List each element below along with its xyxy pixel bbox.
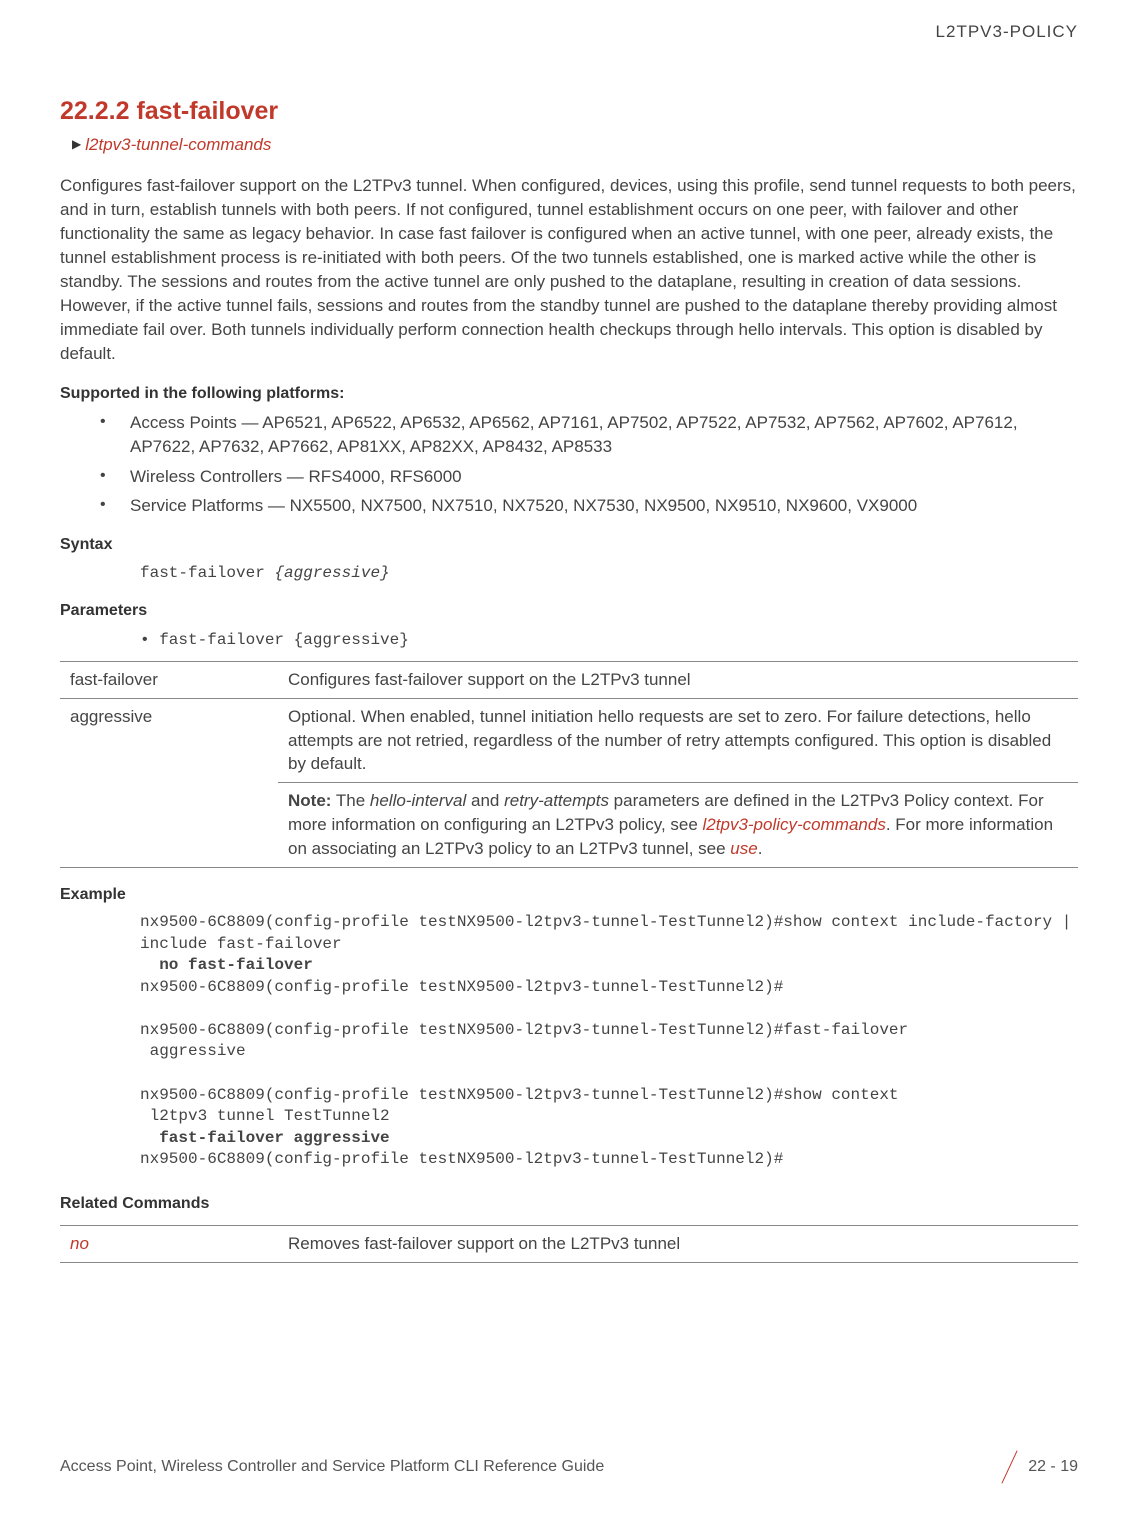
param-key: aggressive xyxy=(60,698,278,867)
code-line: nx9500-6C8809(config-profile testNX9500-… xyxy=(140,913,1081,953)
parameter-bullet: fast-failover {aggressive} xyxy=(140,629,1078,651)
table-row: no Removes fast-failover support on the … xyxy=(60,1226,1078,1263)
note-term: retry-attempts xyxy=(504,791,609,810)
page-footer: Access Point, Wireless Controller and Se… xyxy=(60,1449,1078,1485)
note-label: Note: xyxy=(288,791,331,810)
note-text: The xyxy=(331,791,369,810)
intro-paragraph: Configures fast-failover support on the … xyxy=(60,174,1078,367)
note-link[interactable]: use xyxy=(730,839,757,858)
page-number-text: 22 - 19 xyxy=(1028,1456,1078,1478)
code-line: nx9500-6C8809(config-profile testNX9500-… xyxy=(140,978,783,996)
example-heading: Example xyxy=(60,884,1078,906)
note-link[interactable]: l2tpv3-policy-commands xyxy=(703,815,886,834)
platforms-list: Access Points — AP6521, AP6522, AP6532, … xyxy=(100,411,1078,518)
breadcrumb-arrow-icon: ▶ xyxy=(72,136,81,153)
param-key: fast-failover xyxy=(60,661,278,698)
related-key[interactable]: no xyxy=(60,1226,278,1263)
list-item: Service Platforms — NX5500, NX7500, NX75… xyxy=(100,494,1078,518)
param-arg: {aggressive} xyxy=(294,631,409,649)
footer-page-number: 22 - 19 xyxy=(1009,1449,1078,1485)
syntax-arg: {aggressive} xyxy=(274,564,389,582)
syntax-heading: Syntax xyxy=(60,534,1078,556)
related-desc: Removes fast-failover support on the L2T… xyxy=(278,1226,1078,1263)
list-item: Access Points — AP6521, AP6522, AP6532, … xyxy=(100,411,1078,459)
syntax-command: fast-failover xyxy=(140,564,274,582)
parameters-heading: Parameters xyxy=(60,600,1078,622)
related-heading: Related Commands xyxy=(60,1193,1078,1215)
code-line: nx9500-6C8809(config-profile testNX9500-… xyxy=(140,1086,899,1126)
code-line-bold: no fast-failover xyxy=(140,956,313,974)
syntax-code: fast-failover {aggressive} xyxy=(140,563,1078,585)
breadcrumb: ▶ l2tpv3-tunnel-commands xyxy=(72,133,1078,157)
related-link[interactable]: no xyxy=(70,1234,89,1253)
list-item: Wireless Controllers — RFS4000, RFS6000 xyxy=(100,465,1078,489)
note-text: . xyxy=(758,839,763,858)
footer-slash-icon xyxy=(1002,1450,1018,1483)
example-code: nx9500-6C8809(config-profile testNX9500-… xyxy=(140,912,1078,1171)
code-line: nx9500-6C8809(config-profile testNX9500-… xyxy=(140,1150,783,1168)
param-desc: Optional. When enabled, tunnel initiatio… xyxy=(278,698,1078,782)
note-term: hello-interval xyxy=(370,791,466,810)
table-row: aggressive Optional. When enabled, tunne… xyxy=(60,698,1078,782)
param-desc: Configures fast-failover support on the … xyxy=(278,661,1078,698)
footer-guide-title: Access Point, Wireless Controller and Se… xyxy=(60,1456,604,1478)
param-cmd: fast-failover xyxy=(159,631,293,649)
code-line: nx9500-6C8809(config-profile testNX9500-… xyxy=(140,1021,908,1061)
section-title: 22.2.2 fast-failover xyxy=(60,94,1078,129)
param-note: Note: The hello-interval and retry-attem… xyxy=(278,783,1078,867)
breadcrumb-link[interactable]: l2tpv3-tunnel-commands xyxy=(85,133,271,157)
parameters-table: fast-failover Configures fast-failover s… xyxy=(60,661,1078,868)
table-row: fast-failover Configures fast-failover s… xyxy=(60,661,1078,698)
related-commands-table: no Removes fast-failover support on the … xyxy=(60,1225,1078,1263)
note-text: and xyxy=(466,791,504,810)
code-line-bold: fast-failover aggressive xyxy=(140,1129,390,1147)
platforms-heading: Supported in the following platforms: xyxy=(60,383,1078,405)
chapter-header: L2TPV3-POLICY xyxy=(60,20,1078,44)
